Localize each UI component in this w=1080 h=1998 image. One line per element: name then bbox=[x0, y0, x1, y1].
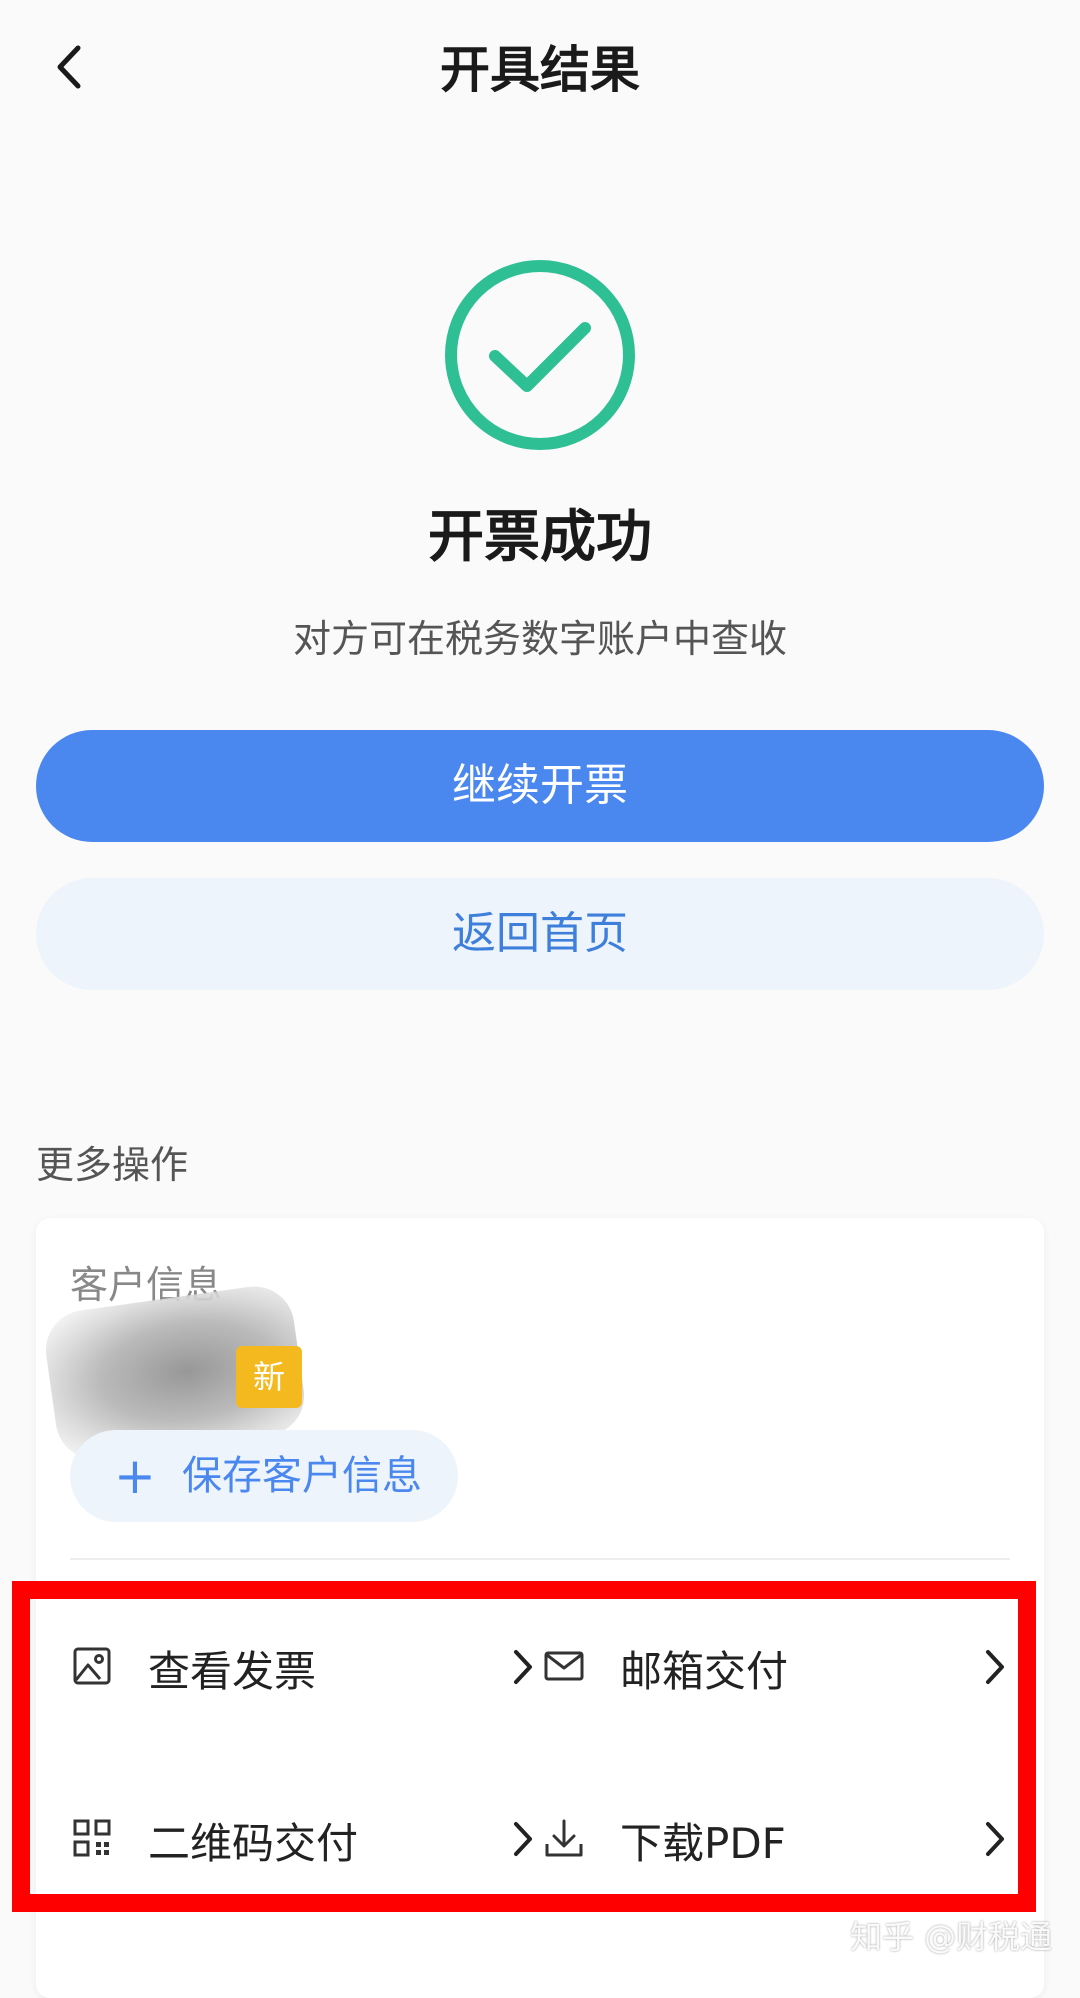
mail-icon bbox=[544, 1646, 584, 1686]
divider bbox=[70, 1558, 1010, 1560]
qrcode-delivery-label: 二维码交付 bbox=[148, 1819, 359, 1868]
save-customer-button[interactable]: + 保存客户信息 bbox=[70, 1430, 458, 1522]
top-bar: 开具结果 bbox=[0, 0, 1080, 130]
new-badge: 新 bbox=[236, 1346, 302, 1408]
image-icon bbox=[72, 1646, 112, 1686]
watermark: 知乎 @财税通 bbox=[850, 1918, 1053, 1956]
download-pdf-label: 下载PDF bbox=[620, 1819, 786, 1868]
plus-icon: + bbox=[114, 1447, 156, 1505]
chevron-right-icon bbox=[982, 1820, 1008, 1858]
more-actions-title: 更多操作 bbox=[36, 1143, 189, 1187]
chevron-right-icon bbox=[510, 1820, 536, 1858]
chevron-right-icon bbox=[982, 1648, 1008, 1686]
download-pdf-item[interactable]: 下载PDF bbox=[544, 1800, 1010, 1880]
view-invoice-label: 查看发票 bbox=[148, 1647, 317, 1696]
more-actions-card: 客户信息 新 + 保存客户信息 查看发票 邮箱交付 二维码交付 下载PDF bbox=[36, 1218, 1044, 1998]
save-customer-label: 保存客户信息 bbox=[182, 1453, 422, 1499]
email-delivery-label: 邮箱交付 bbox=[620, 1647, 789, 1696]
qrcode-delivery-item[interactable]: 二维码交付 bbox=[72, 1800, 538, 1880]
chevron-right-icon bbox=[510, 1648, 536, 1686]
email-delivery-item[interactable]: 邮箱交付 bbox=[544, 1628, 1010, 1708]
continue-invoice-button[interactable]: 继续开票 bbox=[36, 730, 1044, 842]
check-circle-icon bbox=[443, 258, 637, 452]
download-icon bbox=[544, 1818, 584, 1858]
back-home-button[interactable]: 返回首页 bbox=[36, 878, 1044, 990]
result-subtitle: 对方可在税务数字账户中查收 bbox=[292, 617, 787, 661]
result-status: 开票成功 bbox=[428, 505, 652, 570]
page-title: 开具结果 bbox=[440, 41, 640, 99]
view-invoice-item[interactable]: 查看发票 bbox=[72, 1628, 538, 1708]
qrcode-icon bbox=[72, 1818, 112, 1858]
